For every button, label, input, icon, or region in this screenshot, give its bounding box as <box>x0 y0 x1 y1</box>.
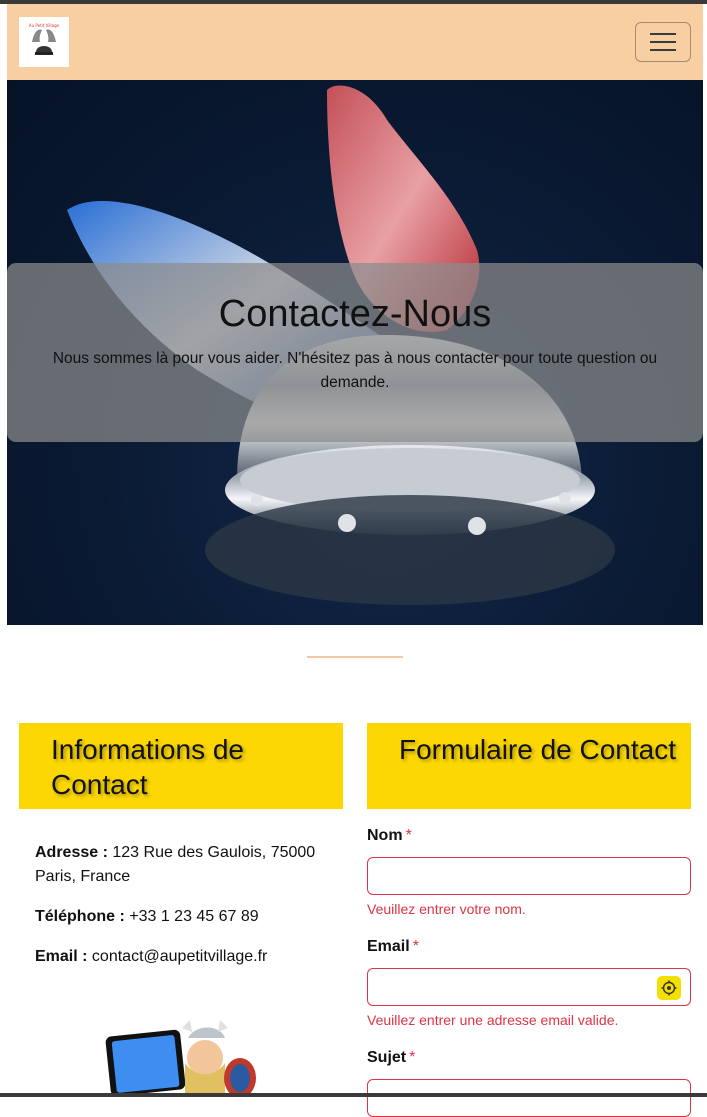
hamburger-line <box>650 41 676 43</box>
info-heading: Informations de Contact <box>19 723 343 809</box>
hero-banner: Contactez-Nous Nous sommes là pour vous … <box>7 80 703 625</box>
brand-logo[interactable]: Au Petit Village <box>19 17 69 67</box>
email-field-label: Email * <box>367 938 419 956</box>
nom-label-text: Nom <box>367 827 403 844</box>
address-line: Adresse : 123 Rue des Gaulois, 75000 Par… <box>35 841 335 889</box>
sujet-label-text: Sujet <box>367 1049 407 1066</box>
email-input[interactable] <box>367 968 691 1006</box>
phone-value: +33 1 23 45 67 89 <box>129 908 259 925</box>
sujet-input[interactable] <box>367 1079 691 1117</box>
required-mark: * <box>412 938 419 955</box>
form-heading: Formulaire de Contact <box>367 723 691 809</box>
phone-line: Téléphone : +33 1 23 45 67 89 <box>35 905 335 929</box>
email-label: Email : <box>35 948 88 965</box>
bottom-border <box>0 1093 707 1097</box>
svg-text:Au Petit Village: Au Petit Village <box>29 23 60 28</box>
hamburger-line <box>650 33 676 35</box>
winged-helmet-logo-icon: Au Petit Village <box>29 23 60 55</box>
email-value: contact@aupetitvillage.fr <box>91 948 268 965</box>
nom-error: Veuillez entrer votre nom. <box>367 901 526 917</box>
crosshair-icon <box>661 980 677 996</box>
menu-toggle-button[interactable] <box>635 22 691 62</box>
email-error: Veuillez entrer une adresse email valide… <box>367 1012 619 1028</box>
hamburger-line <box>650 49 676 51</box>
nom-input[interactable] <box>367 857 691 895</box>
gaul-mascot-image <box>105 1020 256 1093</box>
address-label: Adresse : <box>35 844 108 861</box>
nom-label: Nom * <box>367 827 412 845</box>
section-divider <box>307 656 403 658</box>
navbar: Au Petit Village <box>7 4 703 80</box>
autofill-target-icon[interactable] <box>657 976 681 1000</box>
required-mark: * <box>409 1049 416 1066</box>
email-line: Email : contact@aupetitvillage.fr <box>35 945 335 969</box>
required-mark: * <box>405 827 412 844</box>
email-label-text: Email <box>367 938 410 955</box>
hero-caption: Contactez-Nous Nous sommes là pour vous … <box>7 263 703 442</box>
hero-title: Contactez-Nous <box>218 293 492 335</box>
sujet-label: Sujet * <box>367 1049 415 1067</box>
phone-label: Téléphone : <box>35 908 125 925</box>
hero-subtitle: Nous sommes là pour vous aider. N'hésite… <box>52 350 658 391</box>
